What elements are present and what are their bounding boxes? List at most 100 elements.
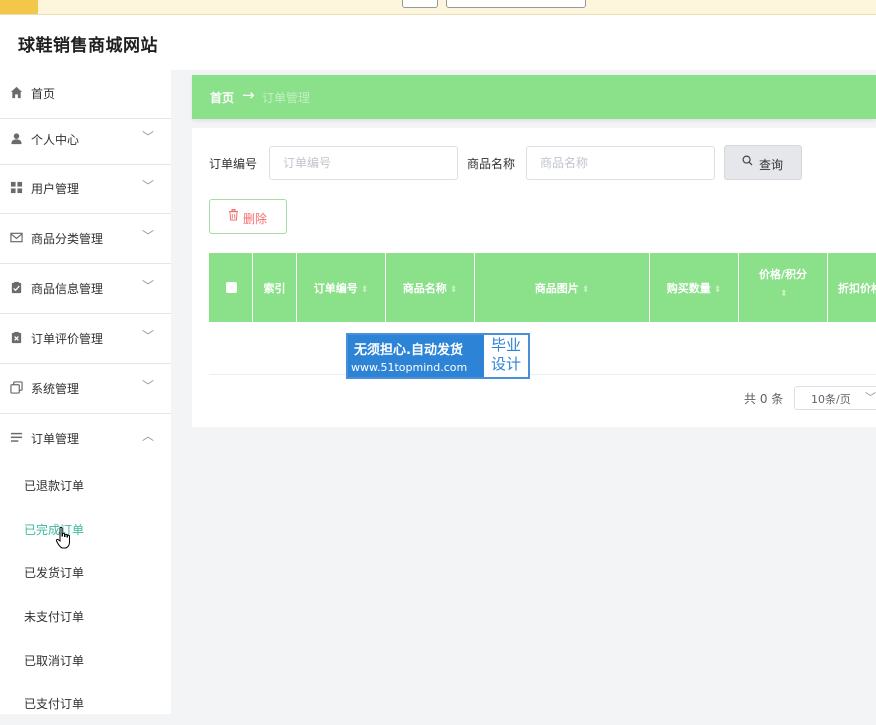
column-header-index: 索引 <box>253 253 297 322</box>
chevron-down-icon: ﹀ <box>142 229 155 243</box>
notice-icon <box>0 0 38 14</box>
watermark-line1: 无须担心.自动发货 <box>354 343 463 358</box>
column-header-label: 商品图片 <box>534 282 579 295</box>
sidebar-item-label: 首页 <box>31 87 56 101</box>
breadcrumb-home-link[interactable]: 首页 <box>210 89 234 106</box>
select-all-cell <box>209 253 253 322</box>
pagination-total: 共 0 条 <box>744 392 784 406</box>
column-header-label: 折扣价格 <box>838 282 876 295</box>
sidebar-subitem-completed[interactable]: 已完成订单 <box>0 507 171 551</box>
grid-icon <box>9 181 23 195</box>
sidebar-subitem-label: 已退款订单 <box>24 479 85 493</box>
chevron-down-icon: ﹀ <box>142 130 155 144</box>
column-header-discount-price[interactable]: 折扣价格 <box>828 253 876 322</box>
sidebar-item-reviews[interactable]: 订单评价管理 ﹀ <box>0 315 171 364</box>
column-header-product-name[interactable]: 商品名称 ⬍ <box>386 253 475 322</box>
clipboard-check-icon <box>9 281 23 295</box>
column-header-product-image[interactable]: 商品图片 ⬍ <box>475 253 650 322</box>
query-button-label: 查询 <box>759 158 784 172</box>
delete-button-label: 删除 <box>243 212 268 226</box>
chevron-down-icon: ﹀ <box>142 329 155 343</box>
sidebar-item-label: 订单管理 <box>31 432 80 446</box>
column-header-label: 商品名称 <box>402 282 447 295</box>
table-header: 索引 订单编号⬍ 商品名称⬍ 商品图片⬍ 购买数量⬍ 价格/积分 ⬍ 折扣价格 <box>209 253 876 322</box>
user-icon <box>9 132 23 146</box>
watermark-badge-line2: 设计 <box>490 355 521 373</box>
sort-icon[interactable]: ⬍ <box>714 285 722 295</box>
sidebar-subitem-label: 已支付订单 <box>24 697 85 711</box>
order-no-label: 订单编号 <box>209 157 258 171</box>
table-body <box>209 322 876 375</box>
watermark-text-area: 无须担心.自动发货 www.51topmind.com <box>348 335 484 377</box>
sidebar-subitem-label: 未支付订单 <box>24 610 85 624</box>
sidebar-item-label: 个人中心 <box>31 133 80 147</box>
column-header-price[interactable]: 价格/积分 ⬍ <box>739 253 828 322</box>
query-button[interactable]: 查询 <box>724 145 802 180</box>
watermark: 无须担心.自动发货 www.51topmind.com 毕业 设计 <box>346 333 530 379</box>
sidebar-subitem-refunded[interactable]: 已退款订单 <box>0 463 171 507</box>
sidebar-subitem-label: 已取消订单 <box>24 654 85 668</box>
breadcrumb: 首页 → 订单管理 <box>192 75 876 119</box>
search-icon <box>742 155 753 169</box>
column-header-label: 订单编号 <box>313 282 358 295</box>
sidebar-item-products[interactable]: 商品信息管理 ﹀ <box>0 265 171 314</box>
column-header-order-no[interactable]: 订单编号 ⬍ <box>297 253 386 322</box>
watermark-line2: www.51topmind.com <box>351 361 468 374</box>
site-title: 球鞋销售商城网站 <box>18 36 158 56</box>
sidebar-subitem-label: 已发货订单 <box>24 566 85 580</box>
copy-icon <box>9 381 23 395</box>
sort-icon[interactable]: ⬍ <box>582 285 590 295</box>
sidebar-item-home[interactable]: 首页 <box>0 70 171 119</box>
notice-button[interactable] <box>402 0 438 8</box>
sidebar-item-users[interactable]: 用户管理 ﹀ <box>0 165 171 214</box>
sidebar-item-system[interactable]: 系统管理 ﹀ <box>0 365 171 414</box>
sidebar-item-label: 商品分类管理 <box>31 232 104 246</box>
envelope-icon <box>9 231 23 245</box>
page-size-label: 10条/页 <box>811 393 851 406</box>
trash-icon <box>228 209 239 224</box>
sort-icon[interactable]: ⬍ <box>780 289 788 299</box>
chevron-down-icon: ﹀ <box>142 279 155 293</box>
home-icon <box>9 86 23 100</box>
sidebar: 首页 个人中心 ﹀ 用户管理 ﹀ 商品分类管理 ﹀ 商品信息管理 ﹀ 订单评价管… <box>0 70 171 714</box>
sidebar-subitem-shipped[interactable]: 已发货订单 <box>0 550 171 594</box>
chevron-down-icon: ﹀ <box>142 379 155 393</box>
sidebar-subitem-label: 已完成订单 <box>24 523 85 537</box>
sidebar-item-orders[interactable]: 订单管理 ︿ <box>0 415 171 464</box>
column-header-quantity[interactable]: 购买数量 ⬍ <box>650 253 739 322</box>
header: 球鞋销售商城网站 <box>0 15 876 70</box>
sidebar-subitem-unpaid[interactable]: 未支付订单 <box>0 594 171 638</box>
product-name-label: 商品名称 <box>467 157 516 171</box>
select-all-checkbox[interactable] <box>226 282 237 293</box>
sidebar-item-label: 订单评价管理 <box>31 332 104 346</box>
sidebar-item-label: 商品信息管理 <box>31 282 104 296</box>
delete-button[interactable]: 删除 <box>209 199 287 234</box>
notice-bar <box>0 0 876 15</box>
sidebar-item-label: 系统管理 <box>31 382 80 396</box>
sidebar-item-categories[interactable]: 商品分类管理 ﹀ <box>0 215 171 264</box>
sidebar-subitem-paid[interactable]: 已支付订单 <box>0 681 171 725</box>
notice-action-button[interactable] <box>446 0 586 8</box>
order-no-input[interactable] <box>269 146 458 180</box>
hand-cursor-icon <box>55 526 71 550</box>
sidebar-item-profile[interactable]: 个人中心 ﹀ <box>0 116 171 165</box>
column-header-label: 购买数量 <box>666 282 711 295</box>
chevron-down-icon: ﹀ <box>865 391 876 404</box>
sort-icon[interactable]: ⬍ <box>450 285 458 295</box>
column-header-label: 价格/积分 <box>758 268 808 281</box>
list-icon <box>9 431 23 445</box>
breadcrumb-arrow-icon: → <box>242 86 255 104</box>
clipboard-x-icon <box>9 331 23 345</box>
breadcrumb-current: 订单管理 <box>262 91 311 105</box>
product-name-input[interactable] <box>526 146 715 180</box>
sidebar-subitem-cancelled[interactable]: 已取消订单 <box>0 638 171 682</box>
chevron-down-icon: ﹀ <box>142 179 155 193</box>
sidebar-item-label: 用户管理 <box>31 182 80 196</box>
watermark-badge-line1: 毕业 <box>490 336 521 354</box>
column-header-label: 索引 <box>263 282 286 295</box>
chevron-up-icon: ︿ <box>142 429 155 443</box>
sort-icon[interactable]: ⬍ <box>361 285 369 295</box>
watermark-badge: 毕业 设计 <box>484 335 528 377</box>
page-size-select[interactable]: 10条/页 ﹀ <box>794 386 876 410</box>
content-panel: 订单编号 商品名称 查询 删除 索引 订单编号⬍ 商品名称⬍ 商品图片⬍ 购买 <box>192 128 876 427</box>
